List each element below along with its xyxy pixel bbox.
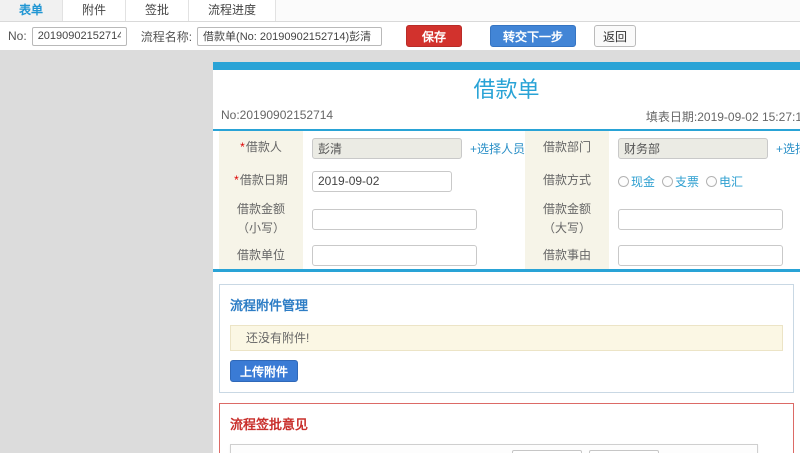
borrower-input <box>312 137 462 159</box>
choose-person-link[interactable]: +选择人员 <box>470 140 525 157</box>
panel-accent-bar <box>213 62 800 70</box>
required-mark: * <box>234 173 239 188</box>
borrow-date-label: *借款日期 <box>219 165 303 197</box>
approval-section: 流程签批意见 B I abc <box>219 403 794 453</box>
tab-form[interactable]: 表单 <box>0 0 64 21</box>
form-grid: *借款人 +选择人员 借款部门 +选择部门 *借款日期 <box>213 131 800 273</box>
form-panel: 借款单 No:20190902152714 填表日期:2019-09-02 15… <box>213 62 800 453</box>
no-label: No: <box>8 29 27 43</box>
radio-icon[interactable] <box>662 175 674 187</box>
amount-small-input[interactable] <box>312 208 477 230</box>
attachment-section: 流程附件管理 还没有附件! 上传附件 <box>219 284 794 394</box>
save-button[interactable]: 保存 <box>406 25 463 47</box>
flow-name-label: 流程名称: <box>140 29 193 44</box>
radio-icon[interactable] <box>706 175 718 187</box>
tab-attachments[interactable]: 附件 <box>63 0 127 21</box>
radio-icon[interactable] <box>618 175 630 187</box>
reason-input[interactable] <box>618 244 784 266</box>
tab-approval[interactable]: 签批 <box>126 0 190 21</box>
editor-toolbar: B I abc 123 <box>231 445 757 453</box>
amount-small-label: 借款金额（小写） <box>219 197 303 242</box>
page-title: 借款单 <box>473 77 540 102</box>
method-label: 借款方式 <box>525 165 610 197</box>
no-input[interactable] <box>31 26 127 46</box>
reason-label: 借款事由 <box>525 241 610 270</box>
approval-heading: 流程签批意见 <box>230 417 309 433</box>
next-step-button[interactable]: 转交下一步 <box>490 25 577 47</box>
radio-cheque[interactable]: 支票 <box>662 173 699 190</box>
amount-big-input[interactable] <box>618 208 784 230</box>
rich-text-editor[interactable]: B I abc 123 <box>230 444 758 453</box>
tab-progress[interactable]: 流程进度 <box>189 0 277 21</box>
tab-bar: 表单 附件 签批 流程进度 <box>0 0 800 22</box>
borrow-date-input[interactable] <box>312 170 452 192</box>
no-attachment-message: 还没有附件! <box>230 325 783 352</box>
back-button[interactable]: 返回 <box>594 25 637 47</box>
required-mark: * <box>240 140 245 155</box>
action-bar: No: 流程名称: 保存 转交下一步 返回 <box>0 22 800 50</box>
form-no-text: No:20190902152714 <box>221 108 334 122</box>
flow-name-input[interactable] <box>197 26 383 46</box>
radio-cash[interactable]: 现金 <box>618 173 655 190</box>
amount-big-label: 借款金额（大写） <box>525 197 610 242</box>
borrower-label: *借款人 <box>219 131 303 165</box>
radio-wire[interactable]: 电汇 <box>706 173 743 190</box>
borrow-method-options: 现金 支票 电汇 <box>618 173 750 190</box>
unit-label: 借款单位 <box>219 241 303 270</box>
top-toolbar: 表单 附件 签批 流程进度 No: 流程名称: 保存 转交下一步 返回 <box>0 0 800 50</box>
form-date-text: 填表日期:2019-09-02 15:27:1 <box>645 110 800 124</box>
upload-attachment-button[interactable]: 上传附件 <box>230 360 299 383</box>
unit-input[interactable] <box>312 244 477 266</box>
attachment-heading: 流程附件管理 <box>230 298 309 314</box>
department-label: 借款部门 <box>525 131 610 165</box>
form-meta: No:20190902152714 填表日期:2019-09-02 15:27:… <box>213 106 800 129</box>
choose-department-link[interactable]: +选择部门 <box>776 140 800 157</box>
department-input <box>618 137 769 159</box>
